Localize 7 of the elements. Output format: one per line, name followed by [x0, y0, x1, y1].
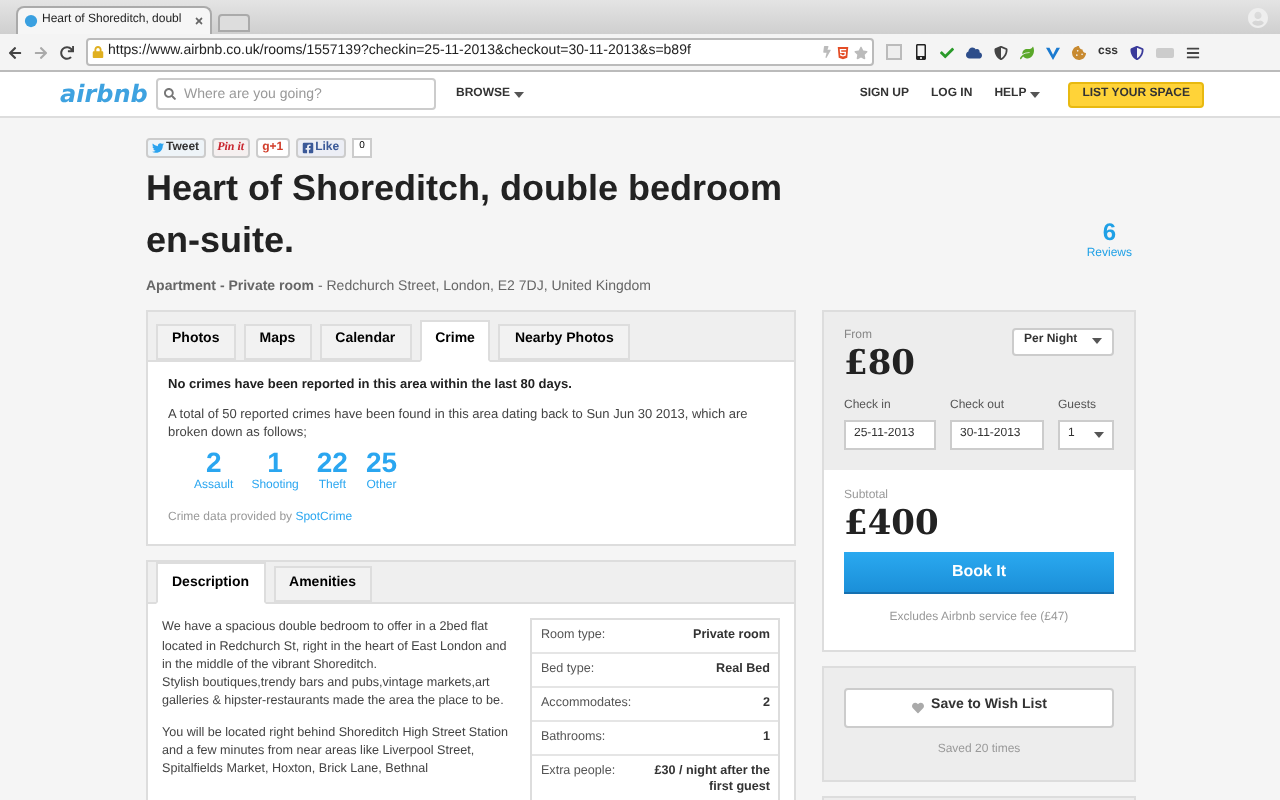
listing-title: Heart of Shoreditch, double bedroom en-suite.: [146, 166, 785, 264]
crime-count: 25: [365, 446, 398, 479]
crime-count: 2: [205, 446, 222, 479]
crime-count: 22: [316, 446, 348, 479]
crime-count: 1: [267, 446, 283, 479]
nightly-price: £80: [844, 345, 915, 381]
subtotal-price: £400: [844, 505, 941, 543]
